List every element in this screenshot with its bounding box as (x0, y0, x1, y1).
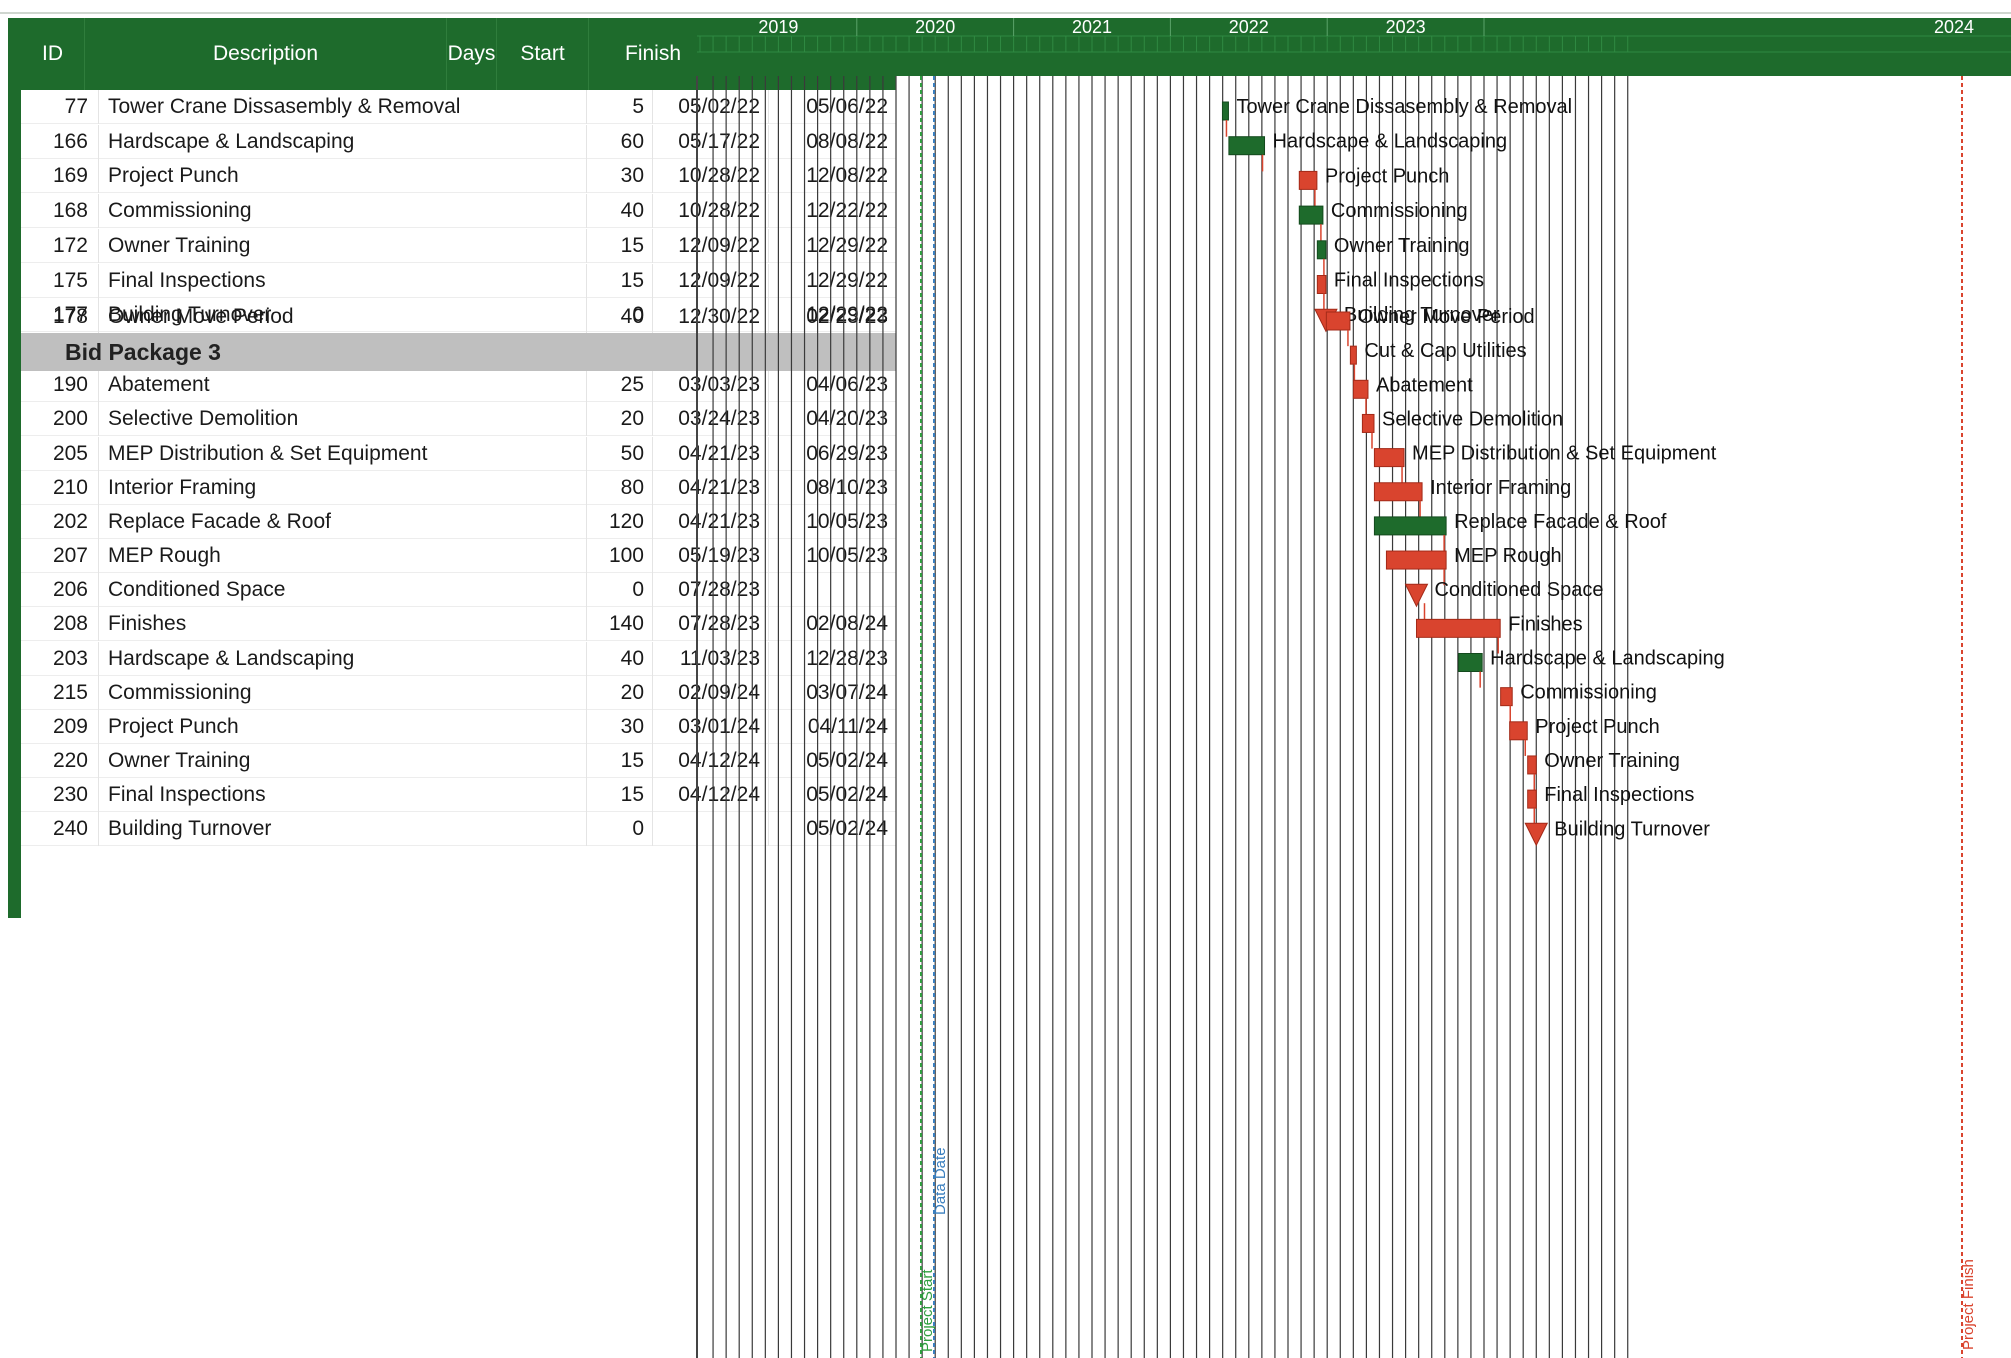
task-bar-label: Building Turnover (1554, 818, 1710, 840)
timeline-year-label: 2020 (915, 17, 955, 37)
task-bar (1298, 170, 1318, 190)
task-bar (1527, 755, 1537, 775)
task-bar (1228, 136, 1266, 156)
task-bar-label: Conditioned Space (1434, 579, 1603, 601)
task-bar (1458, 653, 1483, 672)
task-bar-label: Owner Move Period (1358, 306, 1535, 328)
task-bar (1385, 550, 1447, 570)
task-bar (1373, 448, 1405, 468)
gantt-schedule-window: ID Description Days Start Finish 77 Tower… (0, 0, 2011, 1358)
timeline-year-label: 2021 (1072, 17, 1112, 37)
task-bar-label: Tower Crane Dissasembly & Removal (1236, 96, 1572, 118)
task-bar-label: Project Punch (1325, 165, 1450, 187)
timeline-year-label: 2024 (1934, 17, 1974, 37)
task-bar-label: Final Inspections (1544, 784, 1694, 806)
task-bar-label: Project Punch (1535, 716, 1660, 738)
task-bar-label: Abatement (1376, 374, 1473, 396)
task-bar (1325, 311, 1351, 331)
task-bar (1298, 205, 1324, 225)
timeline-header (697, 18, 2011, 76)
task-bar (1361, 413, 1375, 433)
task-bar (1415, 618, 1501, 638)
task-bar (1527, 789, 1537, 809)
project-finish-marker-label: Project Finish (1960, 1259, 1977, 1350)
task-bar-label: Hardscape & Landscaping (1273, 131, 1508, 153)
task-bar-label: Interior Framing (1430, 477, 1571, 499)
task-bar-label: Commissioning (1331, 200, 1468, 222)
timeline-year-label: 2023 (1386, 17, 1426, 37)
data-date-marker-label: Data Date (932, 1147, 949, 1215)
task-bar-label: Final Inspections (1334, 270, 1484, 292)
task-bar (1316, 275, 1327, 294)
task-bar-label: MEP Distribution & Set Equipment (1412, 443, 1717, 465)
task-bar-label: MEP Rough (1454, 545, 1561, 567)
gantt-chart: 2019 2020 2021 2022 2023 2024Project StartDat… (696, 17, 2011, 1358)
task-bar-label: Selective Demolition (1382, 408, 1563, 430)
milestone-marker (1524, 822, 1549, 847)
task-bar (1349, 345, 1357, 365)
task-bar (1316, 240, 1327, 260)
task-bar-label: Cut & Cap Utilities (1364, 340, 1526, 362)
task-bar-label: Replace Facade & Roof (1454, 511, 1667, 533)
task-bar-label: Commissioning (1520, 682, 1657, 704)
task-bar (1373, 516, 1447, 536)
timeline-year-label: 2019 (758, 17, 798, 37)
task-bar-label: Finishes (1508, 613, 1582, 635)
timeline-year-label: 2022 (1229, 17, 1269, 37)
task-bar (1509, 721, 1528, 741)
task-bar (1352, 379, 1369, 399)
task-bar-label: Owner Training (1334, 235, 1470, 257)
task-bar (1500, 687, 1513, 707)
task-bar (1373, 482, 1423, 502)
task-bar-label: Hardscape & Landscaping (1490, 648, 1725, 670)
milestone-marker (1404, 583, 1429, 608)
task-bar (1221, 101, 1229, 121)
task-bar-label: Owner Training (1544, 750, 1680, 772)
